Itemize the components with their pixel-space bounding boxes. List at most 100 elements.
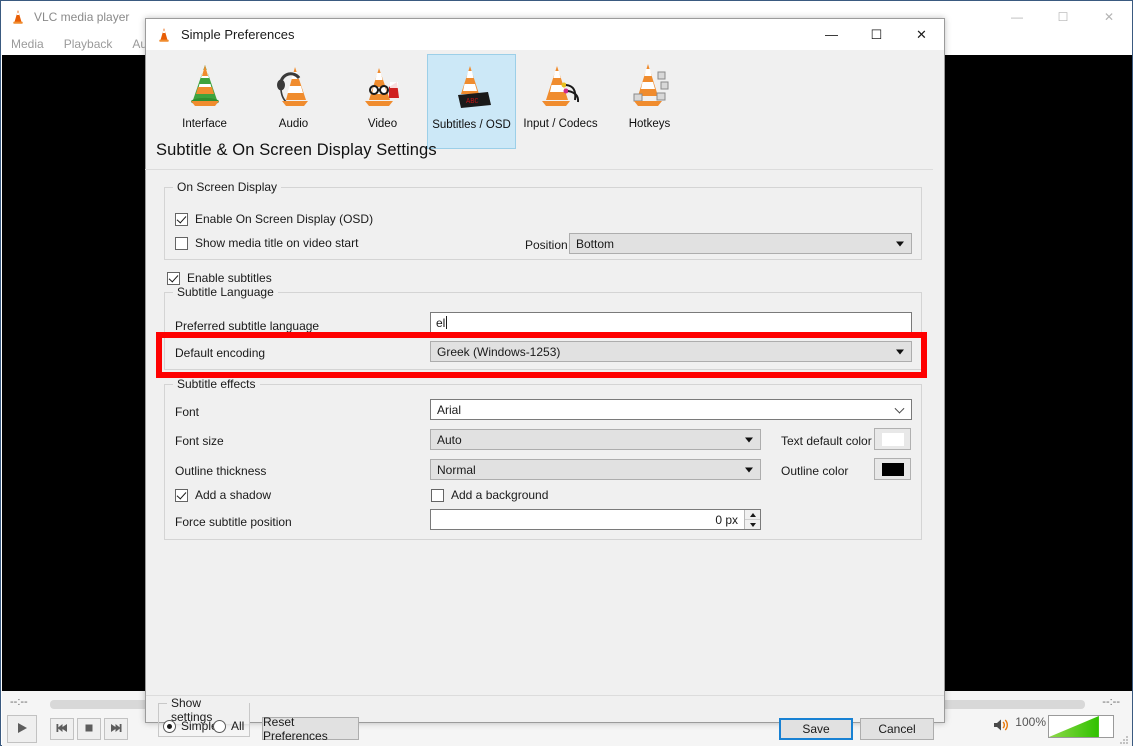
radio-all-label: All [231,719,245,733]
outline-thickness-label: Outline thickness [175,464,267,478]
checkbox-indicator [175,212,188,226]
vlc-maximize-button[interactable]: ☐ [1040,1,1086,33]
vlc-cone-icon [10,9,26,25]
force-subtitle-position-spinner[interactable]: 0 px [430,509,761,530]
speaker-icon[interactable] [993,717,1011,736]
default-encoding-label: Default encoding [175,346,266,360]
font-label: Font [175,405,200,419]
dialog-minimize-button[interactable]: — [809,19,854,50]
volume-control[interactable]: 100% [993,715,1114,738]
volume-slider[interactable] [1048,715,1114,738]
previous-button[interactable] [50,718,74,740]
force-subtitle-position-value: 0 px [715,512,738,527]
menu-media[interactable]: Media [1,37,54,51]
dialog-window-controls: — ☐ ✕ [809,19,944,50]
dialog-close-button[interactable]: ✕ [899,19,944,50]
resize-grip[interactable] [1119,734,1129,744]
svg-text:ABC: ABC [466,98,479,106]
radio-indicator [163,719,176,733]
chevron-down-icon [896,349,904,354]
font-size-label: Font size [175,434,224,448]
dialog-title: Simple Preferences [181,27,295,42]
tab-hotkeys-label: Hotkeys [628,118,671,130]
enable-osd-checkbox[interactable]: Enable On Screen Display (OSD) [175,212,373,226]
subtitle-language-legend: Subtitle Language [173,285,278,299]
add-shadow-label: Add a shadow [195,488,272,502]
tab-subtitles-osd-label: Subtitles / OSD [432,119,511,131]
next-button[interactable] [104,718,128,740]
previous-icon [55,722,69,737]
spinner-increment-button[interactable] [745,510,760,520]
reset-preferences-label: Reset Preferences [263,714,328,743]
reset-preferences-button[interactable]: Reset Preferences [262,714,359,743]
enable-subtitles-checkbox[interactable]: Enable subtitles [167,271,272,285]
radio-all[interactable]: All [213,719,244,733]
preferred-subtitle-language-label: Preferred subtitle language [175,319,320,333]
tab-audio[interactable]: Audio [249,54,338,149]
tab-subtitles-osd[interactable]: ABC Subtitles / OSD [427,54,516,149]
dialog-maximize-button[interactable]: ☐ [854,19,899,50]
tab-interface-label: Interface [182,118,227,130]
add-background-label: Add a background [451,488,549,502]
volume-fill [1049,716,1099,737]
vlc-minimize-button[interactable]: — [994,1,1040,33]
tab-interface[interactable]: Interface [160,54,249,149]
save-label: Save [802,722,830,736]
audio-headphones-cone-icon [268,60,320,112]
triangle-down-icon [749,522,756,527]
page-title: Subtitle & On Screen Display Settings [156,141,437,159]
checkbox-indicator [431,488,444,502]
font-size-combobox[interactable]: Auto [430,429,761,450]
interface-cone-icon [179,60,231,112]
tab-input-codecs[interactable]: Input / Codecs [516,54,605,149]
menu-playback[interactable]: Playback [54,37,123,51]
text-default-color-button[interactable] [874,428,911,450]
text-caret [446,316,448,329]
radio-indicator [213,719,226,733]
position-combobox[interactable]: Bottom [569,233,912,254]
vlc-window-controls: — ☐ ✕ [994,1,1132,33]
font-value: Arial [437,402,462,417]
stop-icon [83,722,95,737]
show-media-title-checkbox[interactable]: Show media title on video start [175,236,358,250]
simple-preferences-dialog: Simple Preferences — ☐ ✕ Interface Audio… [145,18,945,723]
play-button[interactable] [7,715,37,743]
spinner-decrement-button[interactable] [745,520,760,529]
text-default-color-label: Text default color [781,434,872,448]
stop-button[interactable] [77,718,101,740]
font-combobox[interactable]: Arial [430,399,912,420]
show-media-title-label: Show media title on video start [195,236,359,250]
time-total: --:-- [1102,696,1120,708]
enable-osd-label: Enable On Screen Display (OSD) [195,212,374,226]
save-button[interactable]: Save [779,718,853,740]
outline-thickness-value: Normal [437,462,476,477]
vlc-close-button[interactable]: ✕ [1086,1,1132,33]
radio-simple[interactable]: Simple [163,719,218,733]
tab-video-label: Video [367,118,398,130]
chevron-down-icon [896,241,904,246]
chevron-down-icon [894,403,905,414]
dialog-titlebar: Simple Preferences — ☐ ✕ [146,19,944,50]
chevron-down-icon [745,467,753,472]
time-elapsed: --:-- [10,696,28,708]
outline-color-label: Outline color [781,464,849,478]
add-background-checkbox[interactable]: Add a background [431,488,548,502]
default-encoding-combobox[interactable]: Greek (Windows-1253) [430,341,912,362]
preferred-subtitle-language-input[interactable]: el [430,312,912,333]
vlc-cone-icon [156,27,172,43]
triangle-up-icon [749,512,756,517]
tab-hotkeys[interactable]: Hotkeys [605,54,694,149]
tab-input-codecs-label: Input / Codecs [523,118,598,130]
hotkeys-cone-icon [624,60,676,112]
chevron-down-icon [745,437,753,442]
cancel-button[interactable]: Cancel [860,718,934,740]
outline-thickness-combobox[interactable]: Normal [430,459,761,480]
volume-percent-label: 100% [1015,715,1046,729]
spinner-buttons[interactable] [744,510,760,529]
tab-video[interactable]: Video [338,54,427,149]
outline-color-button[interactable] [874,458,911,480]
add-shadow-checkbox[interactable]: Add a shadow [175,488,271,502]
enable-subtitles-label: Enable subtitles [187,271,272,285]
color-swatch [881,432,904,446]
subtitles-osd-cone-icon: ABC [446,61,498,113]
